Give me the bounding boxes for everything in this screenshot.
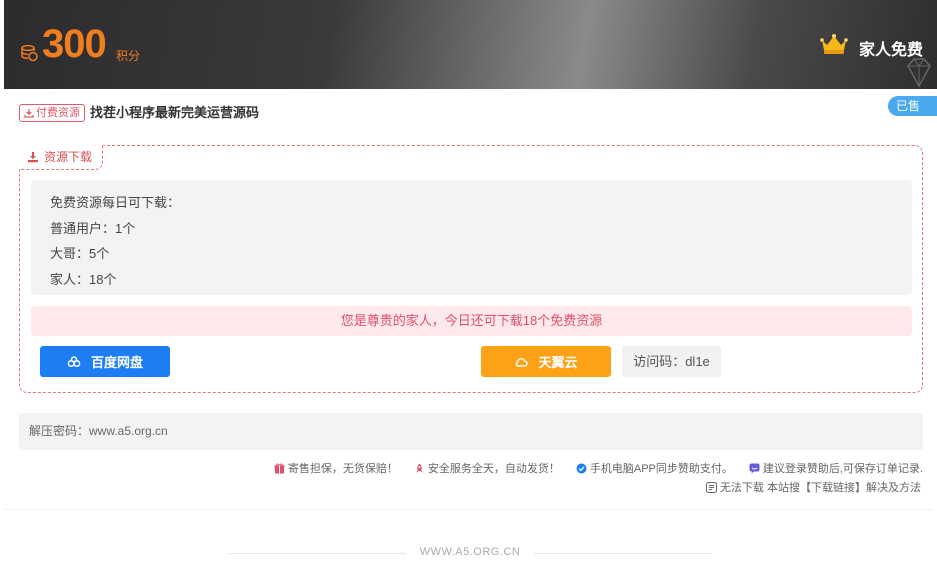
info-line: 免费资源每日可下载： [50,195,181,210]
header-banner: 300 积分 家人免费 [4,0,937,89]
sold-count-badge: 已售 2 [888,96,937,133]
download-box-tab: 资源下载 [19,145,104,170]
cloud-icon [516,357,529,367]
guarantee-text: 寄售担保，无货保赔！ [287,463,398,475]
guarantee-item: 安全服务全天，自动发货！ [414,460,560,476]
points-unit: 积分 [116,49,141,63]
guarantee-item: 建议登录赞助后,可保存订单记录. [749,460,923,476]
baidu-netdisk-button[interactable]: 百度网盘 [40,346,170,377]
download-quota-info: 免费资源每日可下载： 普通用户：1个 大哥：5个 家人：18个 [31,180,912,295]
baidu-button-label: 百度网盘 [90,355,143,370]
guarantee-item: 手机电脑APP同步赞助支付。 [576,460,733,476]
tianyi-button-label: 天翼云 [538,355,578,370]
info-line: 普通用户：1个 [50,220,136,236]
rocket-icon [415,463,423,472]
access-code[interactable]: 访问码：dl1e [622,346,721,377]
footer-rule-right [534,553,712,554]
remaining-downloads-notice: 您是尊贵的家人，今日还可下载18个免费资源 [31,306,912,336]
crown-icon [820,34,848,54]
guarantee-text: 建议登录赞助后,可保存订单记录. [762,463,923,475]
download-help-link[interactable]: 无法下载 本站搜【下载链接】解决及方法 [705,479,921,495]
paid-tag-label: 付费资源 [36,107,80,119]
help-line-text: 无法下载 本站搜【下载链接】解决及方法 [719,482,921,494]
points-value: 300 [42,22,107,66]
download-box-tab-label: 资源下载 [44,150,93,164]
check-icon [576,463,587,473]
guarantee-item: 寄售担保，无货保赔！ [274,460,398,476]
download-icon [28,152,38,163]
unzip-password: 解压密码：www.a5.org.cn [19,413,923,450]
resource-title: 找茬小程序最新完美运营源码 [90,105,260,120]
coin-stack-icon [21,44,38,62]
footer-site-name: WWW.A5.ORG.CN [419,546,521,558]
tianyi-cloud-button[interactable]: 天翼云 [481,346,611,377]
paid-resource-tag: 付费资源 [19,104,85,122]
gift-icon [274,463,285,473]
gem-watermark-icon [907,58,931,88]
number-box-icon [705,481,717,493]
section-divider [4,509,933,510]
info-line: 大哥：5个 [50,246,110,261]
info-line: 家人：18个 [50,271,117,287]
download-icon [24,109,34,118]
guarantee-text: 手机电脑APP同步赞助支付。 [589,463,733,475]
chat-icon [749,463,760,473]
footer-rule-left [228,553,406,554]
cloud-link-icon [67,355,81,367]
guarantee-text: 安全服务全天，自动发货！ [427,463,560,475]
guarantee-list: 寄售担保，无货保赔！ 安全服务全天，自动发货！ 手机电脑APP同步赞助支付。 建… [274,460,923,476]
